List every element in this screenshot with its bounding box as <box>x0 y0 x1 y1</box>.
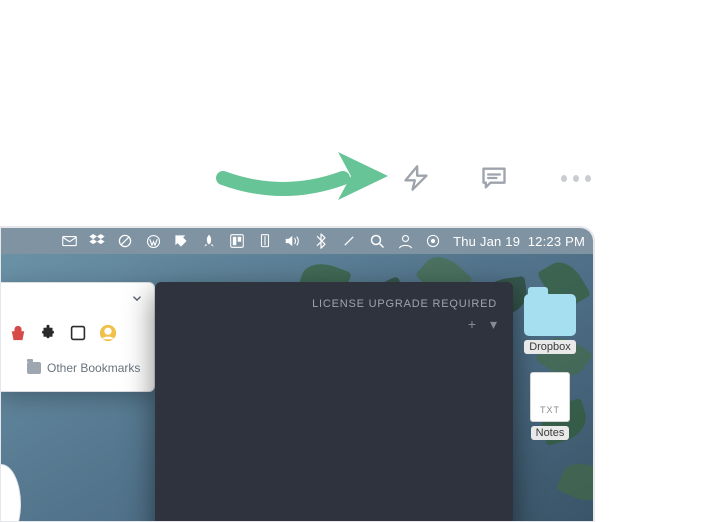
dark-app-window[interactable]: LICENSE UPGRADE REQUIRED + ▾ <box>155 282 513 521</box>
comment-icon[interactable] <box>476 160 512 196</box>
chrome-toolbar <box>1 283 154 313</box>
wp-menu-icon[interactable] <box>145 233 161 249</box>
folder-icon <box>27 362 41 374</box>
add-tab-button[interactable]: + <box>468 316 476 332</box>
more-icon[interactable] <box>558 160 594 196</box>
mac-desktop: Other Bookmarks LICENSE UPGRADE REQUIRED… <box>1 254 593 521</box>
shop-extension-icon[interactable] <box>9 324 27 342</box>
other-bookmarks-btn[interactable]: Other Bookmarks <box>1 353 154 383</box>
chrome-window[interactable]: Other Bookmarks <box>1 282 155 392</box>
notes-document-label: Notes <box>531 426 570 440</box>
menubar-clock[interactable]: Thu Jan 19 12:23 PM <box>453 234 585 249</box>
search-menu-icon[interactable] <box>369 233 385 249</box>
chrome-extensions <box>1 313 154 353</box>
user-menu-icon[interactable] <box>397 233 413 249</box>
dropbox-folder[interactable]: Dropbox <box>524 294 576 354</box>
avatar-extension-icon[interactable] <box>99 324 117 342</box>
arrow-nw-menu-icon[interactable] <box>173 233 189 249</box>
chevron-down-icon[interactable] <box>130 291 144 305</box>
siri-menu-icon[interactable] <box>425 233 441 249</box>
folder-icon <box>524 294 576 336</box>
mail-menu-icon[interactable] <box>61 233 77 249</box>
screenshot-preview: Thu Jan 19 12:23 PM Other Bookmarks LICE… <box>0 227 594 522</box>
notes-document[interactable]: TXT Notes <box>530 372 570 440</box>
battery-menu-icon[interactable] <box>257 233 273 249</box>
volume-menu-icon[interactable] <box>285 233 301 249</box>
wand-menu-icon[interactable] <box>341 233 357 249</box>
tab-menu-button[interactable]: ▾ <box>490 316 497 332</box>
document-icon: TXT <box>530 372 570 422</box>
puzzle-extension-icon[interactable] <box>39 324 57 342</box>
square-extension-icon[interactable] <box>69 324 87 342</box>
menubar-tray <box>61 233 441 249</box>
rocket-menu-icon[interactable] <box>201 233 217 249</box>
desktop-icons: Dropbox TXT Notes <box>513 294 587 440</box>
dropbox-folder-label: Dropbox <box>524 340 576 354</box>
dropbox-menu-icon[interactable] <box>89 233 105 249</box>
trello-menu-icon[interactable] <box>229 233 245 249</box>
toolbar <box>0 160 722 200</box>
bluetooth-menu-icon[interactable] <box>313 233 329 249</box>
mac-menubar: Thu Jan 19 12:23 PM <box>1 228 593 254</box>
bookmark-label: Other Bookmarks <box>47 361 140 375</box>
lightning-icon[interactable] <box>398 160 434 196</box>
circle-slash-menu-icon[interactable] <box>117 233 133 249</box>
license-banner: LICENSE UPGRADE REQUIRED <box>155 282 513 316</box>
